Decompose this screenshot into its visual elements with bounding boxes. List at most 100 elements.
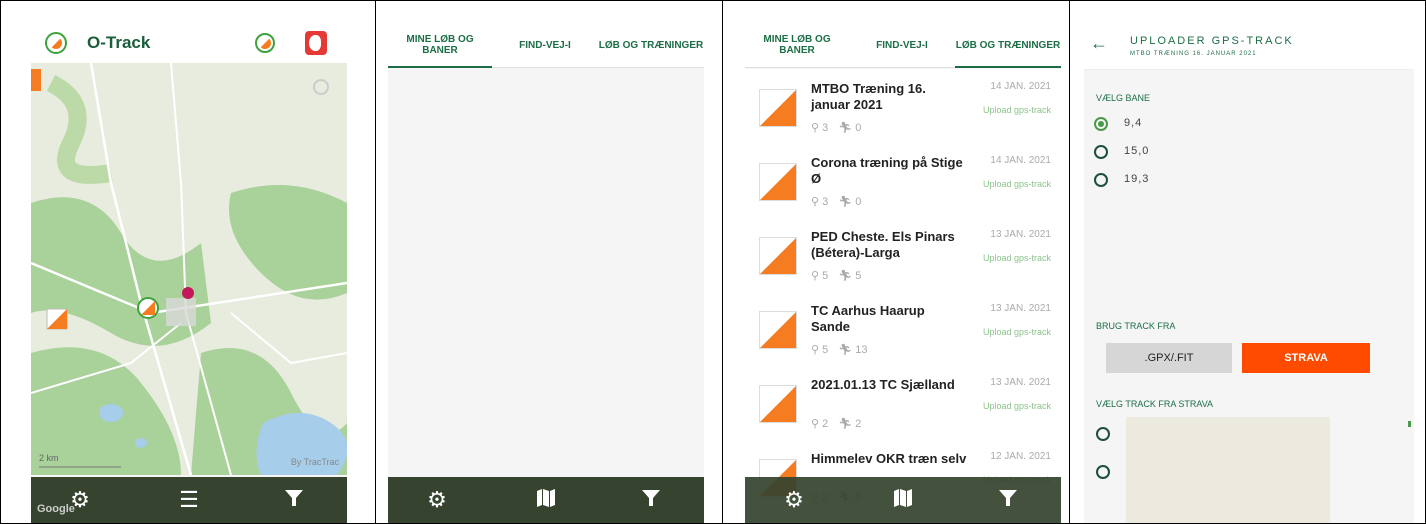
choose-course-label: VÆLG BANE bbox=[1096, 93, 1151, 103]
race-title: MTBO Træning 16. januar 2021 bbox=[811, 81, 926, 112]
orienteering-flag-icon bbox=[759, 237, 797, 275]
filter-icon[interactable] bbox=[638, 487, 664, 513]
tab-label: MINE LØB OG BANER bbox=[763, 34, 831, 56]
filter-icon[interactable] bbox=[281, 487, 307, 513]
upload-title: UPLOADER GPS-TRACK bbox=[1130, 35, 1294, 47]
map-credit: By TracTrac bbox=[290, 457, 339, 467]
tab-label: LØB OG TRÆNINGER bbox=[598, 39, 704, 51]
course-label-2: 15,0 bbox=[1124, 145, 1150, 157]
race-date: 13 JAN. 2021 bbox=[990, 303, 1051, 314]
runner-count: 13 bbox=[855, 344, 868, 356]
strava-radio-1[interactable] bbox=[1096, 427, 1110, 441]
orienteering-flag-icon bbox=[759, 311, 797, 349]
orienteering-flag-icon bbox=[759, 385, 797, 423]
upload-gps-track-link[interactable]: Upload gps-track bbox=[983, 253, 1051, 263]
orienteering-icon[interactable] bbox=[255, 33, 275, 53]
runner-count: 0 bbox=[855, 122, 862, 134]
race-meta: ⚲ 5 🏃︎ 13 bbox=[811, 343, 868, 356]
strava-radio-2[interactable] bbox=[1096, 465, 1110, 479]
gear-icon[interactable]: ⚙ bbox=[781, 487, 807, 513]
app-title: O-Track bbox=[87, 33, 151, 52]
upload-gps-track-link[interactable]: Upload gps-track bbox=[983, 401, 1051, 411]
menu-icon[interactable]: ☰ bbox=[176, 487, 202, 513]
phone-screen-3: MINE LØB OG BANER FIND-VEJ-I LØB OG TRÆN… bbox=[745, 23, 1061, 523]
race-meta: ⚲ 3 🏃︎ 0 bbox=[811, 195, 861, 208]
course-radio-1[interactable] bbox=[1094, 117, 1108, 131]
course-label-1: 9,4 bbox=[1124, 117, 1143, 129]
race-meta: ⚲ 2 🏃︎ 2 bbox=[811, 417, 861, 430]
runner-count: 5 bbox=[855, 270, 862, 282]
strava-button[interactable]: STRAVA bbox=[1242, 343, 1370, 373]
tab-label: LØB OG TRÆNINGER bbox=[955, 39, 1061, 51]
gear-icon[interactable]: ⚙ bbox=[424, 487, 450, 513]
upload-subtitle: MTBO TRÆNING 16. JANUAR 2021 bbox=[1130, 51, 1257, 57]
race-title: PED Cheste. Els Pinars (Bétera)-Larga bbox=[811, 229, 955, 260]
bottom-nav-bar: ⚙ bbox=[745, 477, 1061, 523]
race-date: 14 JAN. 2021 bbox=[990, 81, 1051, 92]
course-count: 5 bbox=[822, 344, 829, 356]
panel-empty-list: MINE LØB OG BANER FIND-VEJ-I LØB OG TRÆN… bbox=[376, 0, 723, 524]
courses-icon: ⚲ bbox=[811, 196, 823, 208]
map-icon[interactable] bbox=[890, 487, 916, 513]
tab-mine-lob[interactable]: MINE LØB OG BANER bbox=[745, 23, 849, 67]
list-item[interactable]: 2021.01.13 TC Sjælland 13 JAN. 2021 Upload… bbox=[745, 365, 1061, 439]
race-date: 14 JAN. 2021 bbox=[990, 155, 1051, 166]
map-svg bbox=[31, 63, 347, 475]
upload-gps-track-link[interactable]: Upload gps-track bbox=[983, 105, 1051, 115]
tab-lob-traeninger[interactable]: LØB OG TRÆNINGER bbox=[955, 23, 1061, 67]
list-item[interactable]: MTBO Træning 16. januar 2021 14 JAN. 2021… bbox=[745, 69, 1061, 143]
course-count: 5 bbox=[822, 270, 829, 282]
tab-label: FIND-VEJ-I bbox=[519, 39, 571, 51]
map-icon[interactable] bbox=[533, 487, 559, 513]
scroll-indicator[interactable] bbox=[1408, 421, 1411, 427]
map-view[interactable]: 2 km By TracTrac bbox=[31, 63, 347, 475]
race-date: 13 JAN. 2021 bbox=[990, 229, 1051, 240]
courses-icon: ⚲ bbox=[811, 418, 823, 430]
race-date: 13 JAN. 2021 bbox=[990, 377, 1051, 388]
active-tab-indicator bbox=[955, 66, 1061, 68]
gpx-fit-button[interactable]: .GPX/.FIT bbox=[1106, 343, 1232, 373]
tab-lob-traeninger[interactable]: LØB OG TRÆNINGER bbox=[598, 23, 704, 67]
upload-gps-track-link[interactable]: Upload gps-track bbox=[983, 327, 1051, 337]
tab-label: MINE LØB OG BANER bbox=[406, 34, 474, 56]
orienteering-flag-icon bbox=[759, 89, 797, 127]
course-count: 3 bbox=[822, 196, 829, 208]
tab-find-vej-i[interactable]: FIND-VEJ-I bbox=[849, 23, 955, 67]
course-radio-3[interactable] bbox=[1094, 173, 1108, 187]
tab-bar: MINE LØB OG BANER FIND-VEJ-I LØB OG TRÆN… bbox=[745, 23, 1061, 68]
strava-track-preview bbox=[1126, 417, 1330, 523]
map-scale-label: 2 km bbox=[39, 453, 59, 463]
race-title: Himmelev OKR træn selv bbox=[811, 451, 967, 466]
course-count: 2 bbox=[822, 418, 829, 430]
phone-screen-2: MINE LØB OG BANER FIND-VEJ-I LØB OG TRÆN… bbox=[388, 23, 704, 523]
phone-screen-1: O-Track 2 km By TracTrac Google ⚙ ☰ bbox=[31, 23, 347, 523]
runner-icon: 🏃︎ bbox=[838, 196, 856, 208]
runner-icon: 🏃︎ bbox=[838, 344, 856, 356]
gear-icon[interactable]: ⚙ bbox=[67, 487, 93, 513]
runner-count: 2 bbox=[855, 418, 862, 430]
profile-icon[interactable] bbox=[305, 31, 327, 55]
list-item[interactable]: PED Cheste. Els Pinars (Bétera)-Larga 13 … bbox=[745, 217, 1061, 291]
course-count: 3 bbox=[822, 122, 829, 134]
panel-upload-gps: ← UPLOADER GPS-TRACK MTBO TRÆNING 16. JA… bbox=[1070, 0, 1426, 524]
phone-screen-4: ← UPLOADER GPS-TRACK MTBO TRÆNING 16. JA… bbox=[1084, 23, 1414, 523]
upload-header: ← UPLOADER GPS-TRACK MTBO TRÆNING 16. JA… bbox=[1084, 23, 1414, 70]
list-item[interactable]: Corona træning på Stige Ø 14 JAN. 2021 Upl… bbox=[745, 143, 1061, 217]
back-arrow-icon[interactable]: ← bbox=[1090, 33, 1108, 54]
tab-mine-lob[interactable]: MINE LØB OG BANER bbox=[388, 23, 492, 67]
panel-map-screen: O-Track 2 km By TracTrac Google ⚙ ☰ bbox=[0, 0, 376, 524]
otrack-logo-icon bbox=[45, 32, 67, 54]
upload-gps-track-link[interactable]: Upload gps-track bbox=[983, 179, 1051, 189]
race-meta: ⚲ 5 🏃︎ 5 bbox=[811, 269, 861, 282]
bottom-nav-bar: Google ⚙ ☰ bbox=[31, 477, 347, 523]
course-radio-2[interactable] bbox=[1094, 145, 1108, 159]
race-list: MTBO Træning 16. januar 2021 14 JAN. 2021… bbox=[745, 69, 1061, 523]
courses-icon: ⚲ bbox=[811, 122, 823, 134]
app-header: O-Track bbox=[31, 23, 347, 63]
courses-icon: ⚲ bbox=[811, 270, 823, 282]
runner-count: 0 bbox=[855, 196, 862, 208]
filter-icon[interactable] bbox=[995, 487, 1021, 513]
bottom-nav-bar: ⚙ bbox=[388, 477, 704, 523]
list-item[interactable]: TC Aarhus Haarup Sande 13 JAN. 2021 Upload… bbox=[745, 291, 1061, 365]
tab-find-vej-i[interactable]: FIND-VEJ-I bbox=[492, 23, 598, 67]
